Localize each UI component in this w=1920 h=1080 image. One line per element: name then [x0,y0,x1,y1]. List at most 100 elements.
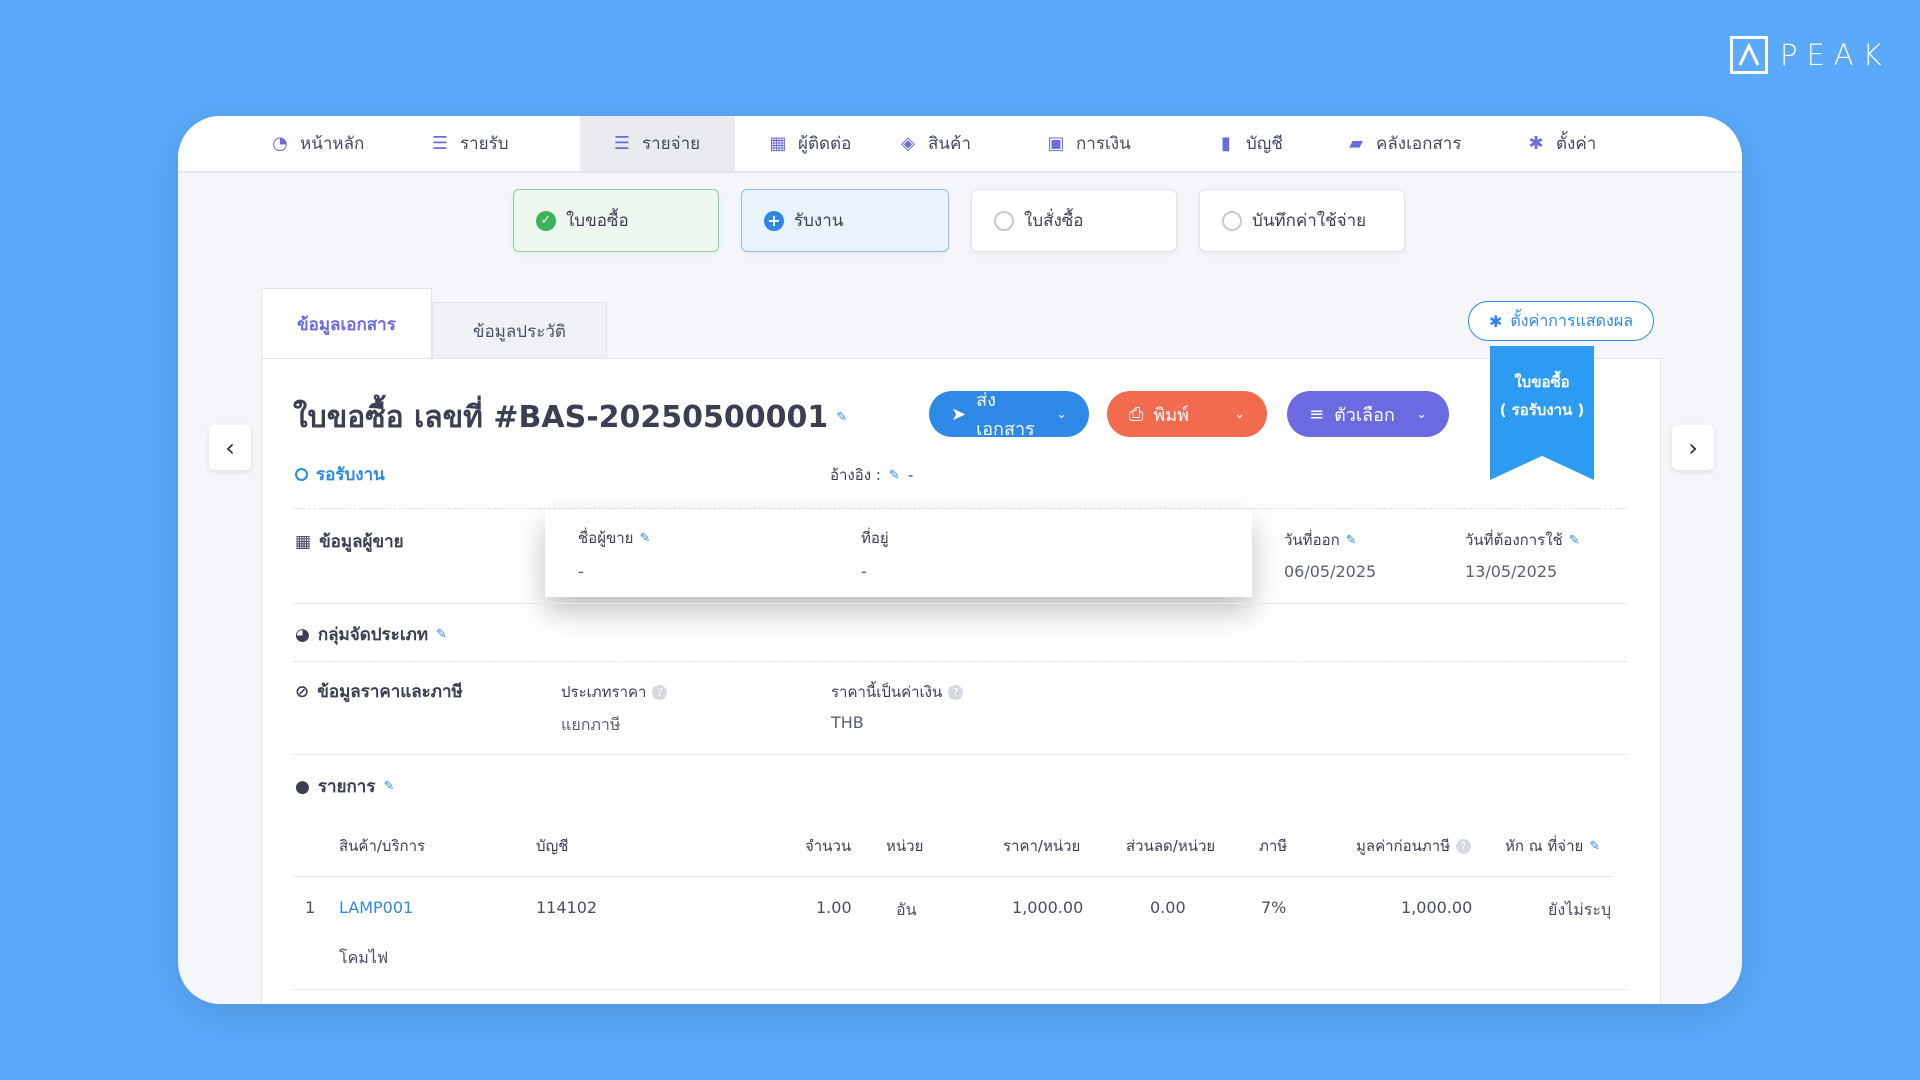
reference-value: - [907,466,914,484]
nav-item-contacts[interactable]: ▦ ผู้ติดต่อ [735,116,898,171]
step-label: รับงาน [794,211,844,231]
pricing-section-title: ⊘ ข้อมูลราคาและภาษี [295,678,463,705]
items-section-label: รายการ [317,777,376,797]
pencil-icon[interactable]: ✎ [1589,839,1600,854]
price-type-label: ประเภทราคา ? [561,680,668,704]
empty-circle-icon [994,210,1014,231]
pencil-icon[interactable]: ✎ [639,531,650,546]
peak-logo-text: PEAK [1780,38,1891,72]
display-settings-button[interactable]: ✱ ตั้งค่าการแสดงผล [1468,301,1655,341]
printer-icon: ⎙ [1129,403,1144,425]
vendor-section-label: ข้อมูลผู้ขาย [319,532,404,552]
divider [293,754,1627,755]
currency-value: THB [831,713,864,732]
divider [293,661,1627,662]
help-icon[interactable]: ? [1456,838,1472,854]
empty-circle-icon [1222,210,1242,231]
next-arrow-button[interactable]: › [1672,425,1714,470]
vendor-section-title: ▦ ข้อมูลผู้ขาย [295,528,404,555]
vendor-popup [545,509,1252,597]
pricing-section-label: ข้อมูลราคาและภาษี [317,682,463,702]
paper-plane-icon: ➤ [951,403,967,425]
previous-arrow-button[interactable]: ‹ [209,425,251,470]
column-header-discount: ส่วนลด/หน่วย [1126,837,1216,855]
vendor-address-label: ที่อยู่ [861,529,889,547]
peak-logo-mark-icon [1730,36,1768,74]
help-icon[interactable]: ? [652,684,668,700]
nav-item-settings[interactable]: ✱ ตั้งค่า [1526,116,1646,171]
nav-item-home[interactable]: ◔ หน้าหลัก [270,116,430,171]
column-header-pretax: มูลค่าก่อนภาษี ? [1356,834,1472,858]
document-tabs: ข้อมูลเอกสาร ข้อมูลประวัติ [261,288,607,360]
need-date-label: วันที่ต้องการใช้ ✎ [1465,528,1580,552]
income-icon: ☰ [431,133,449,154]
nav-item-label: รายรับ [460,134,509,154]
peak-logo: PEAK [1730,36,1891,74]
pencil-icon[interactable]: ✎ [1569,533,1580,548]
tab-document-info[interactable]: ข้อมูลเอกสาร [261,288,432,360]
step-purchase-order[interactable]: ใบสั่งซื้อ [971,189,1177,252]
pencil-icon[interactable]: ✎ [436,627,447,642]
pencil-icon[interactable]: ✎ [1346,533,1357,548]
status-circle-icon [295,468,308,481]
help-icon[interactable]: ? [948,684,964,700]
expense-icon: ☰ [613,133,631,154]
product-code-link[interactable]: LAMP001 [339,898,413,917]
status-badge: รอรับงาน [295,461,385,488]
tax-rate: 7% [1261,898,1287,917]
contacts-icon: ▦ [769,133,787,154]
vendor-name-value: - [578,562,584,581]
nav-item-finance[interactable]: ▣ การเงิน [1046,116,1216,171]
status-text: รอรับงาน [316,465,385,485]
circle-icon: ● [295,776,310,797]
vendor-name-label: ชื่อผู้ขาย ✎ [578,526,650,550]
vendor-address-value: - [861,562,867,581]
nav-item-accounting[interactable]: ▮ บัญชี [1216,116,1346,171]
step-purchase-request[interactable]: ✓ ใบขอซื้อ [513,189,719,252]
column-header-pretax-text: มูลค่าก่อนภาษี [1356,837,1451,855]
issue-date-label: วันที่ออก ✎ [1284,528,1357,552]
pie-chart-icon: ◕ [295,624,310,645]
divider [293,989,1627,990]
nav-item-documents[interactable]: ▰ คลังเอกสาร [1346,116,1526,171]
nav-item-label: สินค้า [928,134,971,154]
step-label: บันทึกค่าใช้จ่าย [1252,211,1367,231]
column-header-qty: จำนวน [805,837,852,855]
currency-label-text: ราคานี้เป็นค่าเงิน [831,683,943,701]
check-circle-icon: ✓ [536,210,556,231]
nav-item-income[interactable]: ☰ รายรับ [430,116,580,171]
pencil-icon[interactable]: ✎ [836,410,847,425]
price-type-label-text: ประเภทราคา [561,683,647,701]
nav-item-products[interactable]: ◈ สินค้า [898,116,1046,171]
page-title: ใบขอซื้อ เลขที่ #BAS-20250500001 ✎ [293,394,847,441]
items-section-title: ● รายการ ✎ [295,773,394,800]
nav-item-label: รายจ่าย [642,134,701,154]
step-label: ใบขอซื้อ [566,211,629,231]
step-record-expense[interactable]: บันทึกค่าใช้จ่าย [1199,189,1405,252]
column-header-price: ราคา/หน่วย [1003,837,1081,855]
nav-item-expense[interactable]: ☰ รายจ่าย [580,116,735,171]
pencil-icon[interactable]: ✎ [383,779,394,794]
nav-item-label: คลังเอกสาร [1376,134,1462,154]
ribbon-line1: ใบขอซื้อ [1514,373,1570,391]
print-button[interactable]: ⎙ พิมพ์ ⌄ [1107,391,1267,437]
account-code: 114102 [536,898,598,917]
unit: อัน [896,900,917,919]
building-icon: ▦ [295,531,312,552]
ribbon-line2: ( รอรับงาน ) [1499,401,1585,419]
chevron-right-icon: › [1688,433,1698,462]
chevron-left-icon: ‹ [225,433,235,462]
tab-history[interactable]: ข้อมูลประวัติ [431,302,607,360]
step-accept-job[interactable]: + รับงาน [741,189,949,252]
book-icon: ▮ [1221,133,1231,154]
currency-label: ราคานี้เป็นค่าเงิน ? [831,680,964,704]
unit-price: 1,000.00 [1012,898,1084,917]
pencil-icon[interactable]: ✎ [889,468,900,483]
nav-item-label: ผู้ติดต่อ [798,134,852,154]
reference-field: อ้างอิง : ✎ - [830,463,913,487]
issue-date-label-text: วันที่ออก [1284,531,1340,549]
gear-icon: ✱ [1528,133,1544,154]
send-document-button[interactable]: ➤ ส่งเอกสาร ⌄ [929,390,1089,440]
options-button[interactable]: ≡ ตัวเลือก ⌄ [1287,391,1449,437]
nav-item-label: หน้าหลัก [300,134,365,154]
